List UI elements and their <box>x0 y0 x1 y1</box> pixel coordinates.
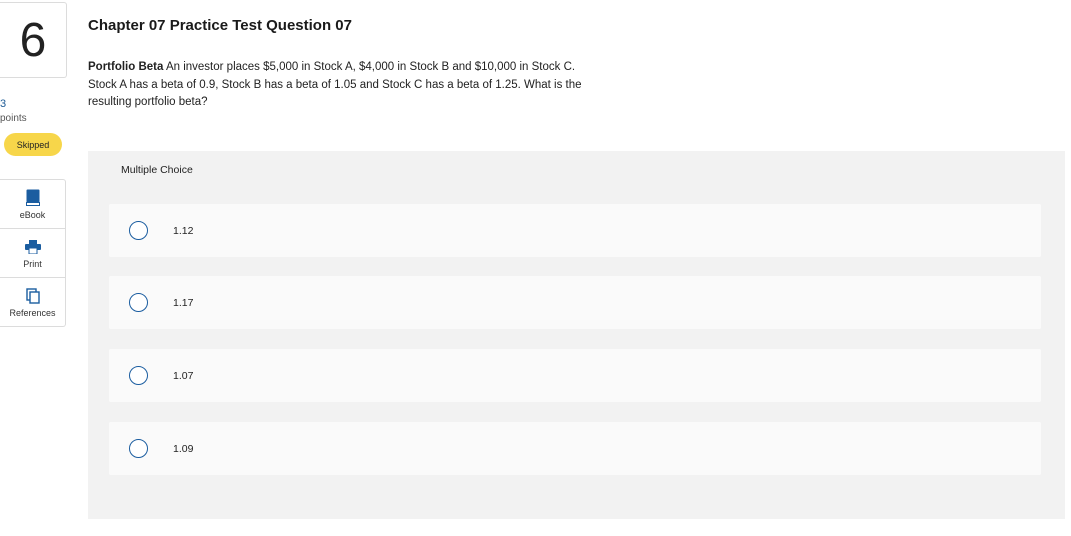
radio-button[interactable] <box>129 293 148 312</box>
prompt-text: An investor places $5,000 in Stock A, $4… <box>88 61 582 108</box>
radio-button[interactable] <box>129 221 148 240</box>
status-badge: Skipped <box>4 133 62 156</box>
references-label: References <box>9 307 56 318</box>
question-title: Chapter 07 Practice Test Question 07 <box>88 17 352 34</box>
radio-button[interactable] <box>129 366 148 385</box>
radio-button[interactable] <box>129 439 148 458</box>
print-button[interactable]: Print <box>0 229 65 278</box>
ebook-label: eBook <box>19 209 46 220</box>
choice-label: 1.09 <box>173 442 194 455</box>
choice-option[interactable]: 1.12 <box>109 204 1041 257</box>
question-prompt: Portfolio Beta An investor places $5,000… <box>88 59 593 112</box>
printer-icon <box>24 238 41 256</box>
prompt-topic: Portfolio Beta <box>88 61 164 73</box>
multiple-choice-panel: Multiple Choice 1.12 1.17 1.07 1.09 <box>88 151 1065 519</box>
choice-label: 1.12 <box>173 224 194 237</box>
choice-option[interactable]: 1.07 <box>109 349 1041 402</box>
points-value: 3 <box>0 98 7 110</box>
question-number: 6 <box>0 2 67 78</box>
book-icon <box>25 189 40 207</box>
choice-label: 1.07 <box>173 369 194 382</box>
choice-option[interactable]: 1.17 <box>109 276 1041 329</box>
references-button[interactable]: References <box>0 278 65 326</box>
choice-label: 1.17 <box>173 296 194 309</box>
points-label: points <box>0 113 27 124</box>
copy-icon <box>25 287 40 305</box>
choice-option[interactable]: 1.09 <box>109 422 1041 475</box>
print-label: Print <box>23 258 42 269</box>
ebook-button[interactable]: eBook <box>0 180 65 229</box>
tools-panel: eBook Print References <box>0 179 66 327</box>
multiple-choice-header: Multiple Choice <box>121 164 193 176</box>
